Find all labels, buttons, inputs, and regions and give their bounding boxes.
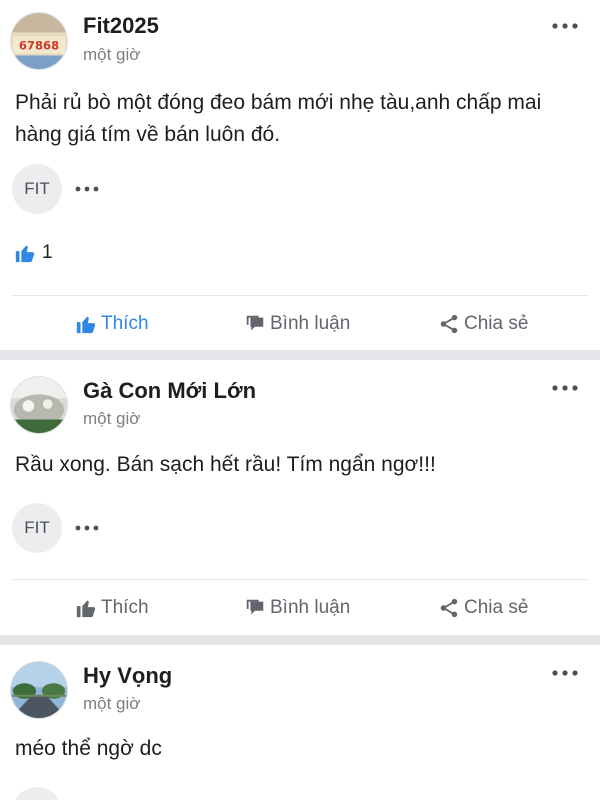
post-text: Rầu xong. Bán sạch hết rầu! Tím ngẩn ngơ… — [15, 453, 436, 476]
action-bar: Thích Bình luận Chia sẻ — [0, 588, 600, 628]
thumbs-up-icon — [14, 242, 36, 264]
post-separator — [0, 350, 600, 360]
more-tags-icon[interactable] — [74, 523, 100, 533]
tag-row: FIT — [12, 164, 100, 214]
share-label: Chia sẻ — [464, 313, 529, 334]
share-button[interactable]: Chia sẻ — [438, 597, 528, 619]
action-bar: Thích Bình luận Chia sẻ — [0, 304, 600, 344]
more-options-icon[interactable] — [550, 16, 580, 36]
like-label: Thích — [101, 597, 149, 618]
post-card: 67868 Fit2025 một giờ Phải rủ bò một đón… — [0, 0, 600, 350]
more-options-icon[interactable] — [550, 378, 580, 398]
more-tags-icon[interactable] — [74, 184, 100, 194]
avatar[interactable] — [10, 376, 68, 434]
post-text: Phải rủ bò một đóng đeo bám mới nhẹ tàu,… — [15, 91, 542, 146]
tag-chip[interactable]: FIT — [12, 164, 62, 214]
author-name[interactable]: Hy Vọng — [83, 663, 172, 689]
share-button[interactable]: Chia sẻ — [438, 313, 528, 335]
more-options-icon[interactable] — [550, 663, 580, 683]
tag-chip[interactable]: FIT — [12, 503, 62, 553]
like-summary[interactable]: 1 — [14, 242, 53, 264]
like-button[interactable]: Thích — [75, 313, 149, 335]
comment-icon — [244, 313, 266, 335]
avatar[interactable] — [10, 661, 68, 719]
tag-row: FIT — [12, 503, 100, 553]
post-text: méo thể ngờ dc — [15, 737, 162, 760]
comment-label: Bình luận — [270, 313, 351, 334]
share-label: Chia sẻ — [464, 597, 529, 618]
tag-row — [12, 787, 62, 800]
post-card: Hy Vọng một giờ méo thể ngờ dc — [0, 645, 600, 800]
share-icon — [438, 597, 460, 619]
like-label: Thích — [101, 313, 149, 334]
avatar[interactable]: 67868 — [10, 12, 68, 70]
avatar-image — [11, 662, 67, 718]
author-name[interactable]: Gà Con Mới Lớn — [83, 378, 256, 404]
comment-button[interactable]: Bình luận — [244, 597, 350, 619]
avatar-image — [11, 377, 67, 433]
comment-icon — [244, 597, 266, 619]
avatar-text: 67868 — [19, 39, 59, 53]
post-separator — [0, 635, 600, 645]
divider — [12, 579, 588, 580]
share-icon — [438, 313, 460, 335]
thumbs-up-icon — [75, 313, 97, 335]
feed: 67868 Fit2025 một giờ Phải rủ bò một đón… — [0, 0, 600, 800]
post-card: Gà Con Mới Lớn một giờ Rầu xong. Bán sạc… — [0, 360, 600, 635]
tag-chip[interactable] — [12, 787, 62, 800]
like-button[interactable]: Thích — [75, 597, 149, 619]
like-count: 1 — [42, 242, 53, 263]
comment-button[interactable]: Bình luận — [244, 313, 350, 335]
divider — [12, 295, 588, 296]
post-time: một giờ — [83, 45, 141, 64]
author-name[interactable]: Fit2025 — [83, 13, 159, 39]
thumbs-up-icon — [75, 597, 97, 619]
avatar-image: 67868 — [11, 13, 67, 69]
post-time: một giờ — [83, 694, 141, 713]
comment-label: Bình luận — [270, 597, 351, 618]
post-time: một giờ — [83, 409, 141, 428]
